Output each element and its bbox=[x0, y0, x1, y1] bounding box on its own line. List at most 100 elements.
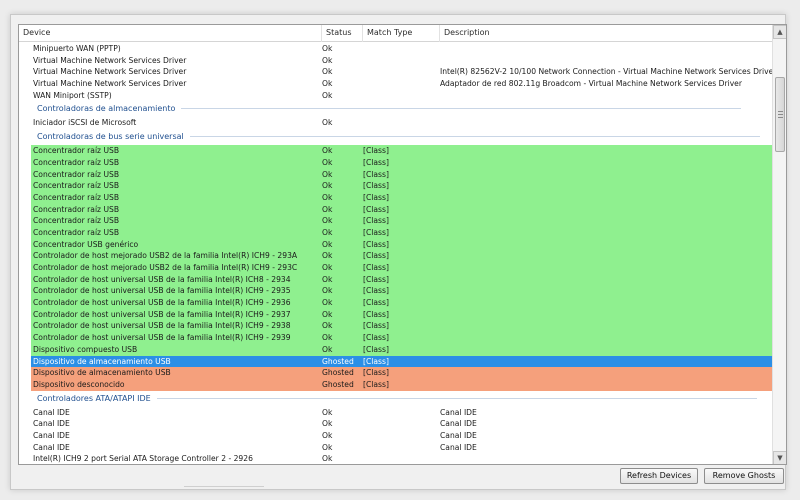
group-header-ata[interactable]: Controladores ATA/ATAPI IDE bbox=[19, 391, 777, 407]
ata-rows: Canal IDE Ok Canal IDE Canal IDE Ok Canal IDE… bbox=[19, 407, 777, 464]
description-cell: Adaptador de red 802.11g Broadcom - Virt… bbox=[440, 79, 742, 89]
table-row[interactable]: Concentrador raíz USB Ok [Class] bbox=[31, 191, 781, 204]
status-cell: Ok bbox=[322, 442, 333, 452]
status-cell: Ok bbox=[322, 55, 333, 65]
scroll-up-icon[interactable]: ▲ bbox=[773, 25, 786, 39]
column-header-status[interactable]: Status bbox=[322, 25, 363, 42]
device-cell: Controlador de host universal USB de la … bbox=[33, 309, 291, 319]
group-header-usb[interactable]: Controladoras de bus serie universal bbox=[19, 129, 777, 145]
device-cell: Concentrador raíz USB bbox=[33, 146, 120, 156]
table-row[interactable]: Concentrador raíz USB Ok [Class] bbox=[31, 180, 781, 192]
device-cell: Controlador de host universal USB de la … bbox=[33, 333, 291, 343]
table-row[interactable]: Dispositivo de almacenamiento USB Ghosted… bbox=[31, 355, 781, 368]
table-row[interactable]: Iniciador iSCSI de Microsoft Ok bbox=[19, 117, 777, 129]
device-cell: Canal IDE bbox=[33, 442, 70, 452]
table-row[interactable]: Virtual Machine Network Services Driver O… bbox=[19, 78, 777, 90]
table-row[interactable]: Virtual Machine Network Services Driver O… bbox=[19, 55, 777, 67]
match-type-cell: [Class] bbox=[363, 344, 389, 354]
match-type-cell: [Class] bbox=[363, 204, 389, 214]
table-row[interactable]: Concentrador raíz USB Ok [Class] bbox=[31, 145, 781, 157]
device-cell: Concentrador raíz USB bbox=[33, 169, 120, 179]
description-cell: Canal IDE bbox=[440, 419, 477, 429]
match-type-cell: [Class] bbox=[363, 169, 389, 179]
device-cell: Intel(R) ICH9 2 port Serial ATA Storage … bbox=[33, 454, 253, 464]
device-cell: Concentrador raíz USB bbox=[33, 157, 120, 167]
match-type-cell: [Class] bbox=[363, 368, 389, 378]
table-row[interactable]: Dispositivo compuesto USB Ok [Class] bbox=[31, 343, 781, 356]
match-type-cell: [Class] bbox=[363, 263, 389, 272]
table-row[interactable]: Concentrador USB genérico Ok [Class] bbox=[31, 238, 781, 251]
device-cell: Canal IDE bbox=[33, 430, 70, 440]
match-type-cell: [Class] bbox=[363, 309, 389, 319]
table-row[interactable]: Canal IDE Ok Canal IDE bbox=[19, 418, 777, 430]
status-cell: Ok bbox=[322, 430, 333, 440]
status-cell: Ok bbox=[322, 309, 333, 319]
table-row[interactable]: Concentrador raíz USB Ok [Class] bbox=[31, 226, 781, 239]
device-cell: Concentrador raíz USB bbox=[33, 192, 120, 202]
device-cell: Concentrador raíz USB bbox=[33, 216, 120, 226]
device-list[interactable]: Device Status Match Type Description Min… bbox=[18, 24, 787, 465]
status-cell: Ok bbox=[322, 407, 333, 417]
bottom-edge bbox=[184, 486, 264, 490]
table-row[interactable]: Canal IDE Ok Canal IDE bbox=[19, 430, 777, 442]
grip-line bbox=[778, 114, 783, 115]
table-row[interactable]: Controlador de host universal USB de la … bbox=[31, 297, 781, 309]
device-cell: Dispositivo desconocido bbox=[33, 379, 125, 389]
status-cell: Ghosted bbox=[322, 379, 354, 389]
table-row[interactable]: Controlador de host universal USB de la … bbox=[31, 308, 781, 321]
status-cell: Ok bbox=[322, 192, 333, 202]
scrollbar-thumb[interactable] bbox=[775, 77, 785, 152]
table-row[interactable]: Controlador de host universal USB de la … bbox=[31, 332, 781, 344]
description-cell: Intel(R) 82562V-2 10/100 Network Connect… bbox=[440, 67, 775, 77]
match-type-cell: [Class] bbox=[363, 227, 389, 237]
table-row[interactable]: Canal IDE Ok Canal IDE bbox=[19, 407, 777, 419]
column-header-description[interactable]: Description bbox=[440, 25, 777, 42]
table-row[interactable]: Concentrador raíz USB Ok [Class] bbox=[31, 203, 781, 216]
status-cell: Ok bbox=[322, 251, 333, 261]
table-row[interactable]: Minipuerto WAN (PPTP) Ok bbox=[19, 43, 777, 55]
device-cell: Controlador de host mejorado USB2 de la … bbox=[33, 251, 298, 261]
match-type-cell: [Class] bbox=[363, 286, 389, 296]
storage-rows: Iniciador iSCSI de Microsoft Ok bbox=[19, 117, 777, 129]
match-type-cell: [Class] bbox=[363, 321, 389, 331]
description-cell: Canal IDE bbox=[440, 407, 477, 417]
status-cell: Ok bbox=[322, 286, 333, 296]
description-cell: Canal IDE bbox=[440, 442, 477, 452]
status-cell: Ok bbox=[322, 333, 333, 343]
table-row[interactable]: Intel(R) ICH9 2 port Serial ATA Storage … bbox=[19, 453, 777, 464]
match-type-cell: [Class] bbox=[363, 251, 389, 261]
match-type-cell: [Class] bbox=[363, 274, 389, 284]
table-row[interactable]: Controlador de host universal USB de la … bbox=[31, 273, 781, 286]
table-row[interactable]: Controlador de host mejorado USB2 de la … bbox=[31, 262, 781, 274]
device-cell: Dispositivo de almacenamiento USB bbox=[33, 356, 171, 366]
remove-ghosts-button[interactable]: Remove Ghosts bbox=[704, 468, 784, 484]
table-row[interactable]: Controlador de host mejorado USB2 de la … bbox=[31, 250, 781, 262]
table-row[interactable]: Concentrador raíz USB Ok [Class] bbox=[31, 215, 781, 227]
table-row[interactable]: Concentrador raíz USB Ok [Class] bbox=[31, 168, 781, 181]
column-header-match-type[interactable]: Match Type bbox=[363, 25, 440, 42]
group-header-storage[interactable]: Controladoras de almacenamiento bbox=[19, 101, 777, 117]
device-cell: Dispositivo compuesto USB bbox=[33, 344, 138, 354]
list-body: Minipuerto WAN (PPTP) Ok Virtual Machine N… bbox=[19, 43, 781, 464]
status-cell: Ok bbox=[322, 321, 333, 331]
table-row[interactable]: Controlador de host universal USB de la … bbox=[31, 285, 781, 298]
status-cell: Ok bbox=[322, 157, 333, 167]
group-title: Controladoras de bus serie universal bbox=[37, 132, 184, 142]
status-cell: Ok bbox=[322, 344, 333, 354]
refresh-devices-button[interactable]: Refresh Devices bbox=[620, 468, 698, 484]
table-row[interactable]: Virtual Machine Network Services Driver O… bbox=[19, 66, 777, 78]
vertical-scrollbar[interactable]: ▲ ▼ bbox=[772, 25, 786, 464]
table-row[interactable]: WAN Miniport (SSTP) Ok bbox=[19, 90, 777, 102]
scroll-down-icon[interactable]: ▼ bbox=[773, 451, 786, 464]
group-title: Controladoras de almacenamiento bbox=[37, 104, 176, 114]
table-row[interactable]: Controlador de host universal USB de la … bbox=[31, 320, 781, 333]
column-header-device[interactable]: Device bbox=[19, 25, 322, 42]
status-cell: Ok bbox=[322, 146, 333, 156]
table-row[interactable]: Canal IDE Ok Canal IDE bbox=[19, 442, 777, 454]
description-cell: Canal IDE bbox=[440, 430, 477, 440]
usb-rows: Concentrador raíz USB Ok [Class] Concentrad… bbox=[19, 145, 781, 391]
table-row[interactable]: Dispositivo de almacenamiento USB Ghosted… bbox=[31, 367, 781, 379]
table-row[interactable]: Concentrador raíz USB Ok [Class] bbox=[31, 156, 781, 169]
match-type-cell: [Class] bbox=[363, 239, 389, 249]
table-row[interactable]: Dispositivo desconocido Ghosted [Class] bbox=[31, 378, 781, 391]
